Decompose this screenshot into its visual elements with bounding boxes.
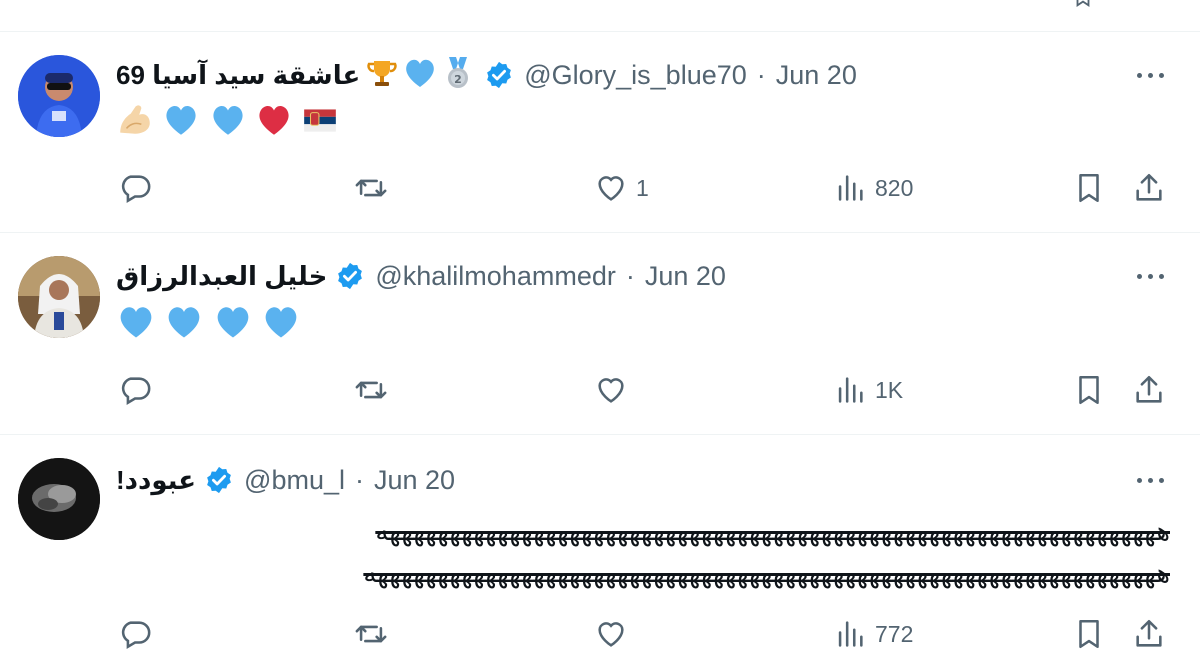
handle[interactable]: @khalilmohammedr xyxy=(375,261,615,292)
retweet-button[interactable] xyxy=(354,614,388,654)
tweet-text-line-1: هههههههههههههههههههههههههههههههههههههههه… xyxy=(375,517,1170,547)
view-count: 772 xyxy=(875,620,914,647)
share-button[interactable] xyxy=(1132,370,1166,410)
tweet-text-line-2: هههههههههههههههههههههههههههههههههههههههه… xyxy=(363,559,1170,589)
verified-badge-icon xyxy=(487,61,512,89)
flexed-biceps-icon xyxy=(116,101,154,150)
like-button[interactable]: 1 xyxy=(594,168,649,208)
views-button[interactable]: 772 xyxy=(833,614,913,654)
blue-heart-icon xyxy=(261,302,301,353)
svg-text:2: 2 xyxy=(454,73,462,86)
tweet-header: خليل العبدالرزاق @khalilmohammedr · Jun … xyxy=(116,258,1120,294)
retweet-icon xyxy=(355,179,387,197)
share-icon xyxy=(1136,375,1162,403)
like-button[interactable] xyxy=(594,614,636,654)
heart-icon xyxy=(598,622,624,647)
views-icon xyxy=(838,377,863,403)
tweet-header: عاشقة سيد آسيا 69 2 @Glory_is_blue70 · J… xyxy=(116,55,1120,96)
blue-heart-icon xyxy=(209,101,247,150)
reply-icon xyxy=(121,175,151,204)
share-icon xyxy=(1136,173,1162,201)
tweet-body xyxy=(116,302,1170,342)
blue-heart-icon xyxy=(162,101,200,150)
tweet-2[interactable]: خليل العبدالرزاق @khalilmohammedr · Jun … xyxy=(0,234,1200,435)
second-place-medal-icon: 2 xyxy=(440,55,476,96)
blue-heart-icon xyxy=(164,302,204,353)
verified-badge-icon xyxy=(207,466,231,494)
verified-badge-icon xyxy=(338,262,363,290)
share-icon xyxy=(1136,619,1162,647)
reply-button[interactable] xyxy=(118,370,152,410)
display-name[interactable]: خليل العبدالرزاق xyxy=(116,261,327,292)
retweet-button[interactable] xyxy=(354,168,388,208)
bookmark-icon[interactable] xyxy=(1072,0,1094,8)
views-button[interactable]: 1K xyxy=(833,370,903,410)
separator: · xyxy=(354,464,364,495)
more-options-icon[interactable] xyxy=(1130,465,1170,495)
views-icon xyxy=(838,621,863,647)
share-button[interactable] xyxy=(1132,614,1166,654)
timestamp[interactable]: Jun 20 xyxy=(776,60,857,91)
bookmark-button[interactable] xyxy=(1072,370,1106,410)
tweet-body: هههههههههههههههههههههههههههههههههههههههه… xyxy=(120,512,1170,596)
tweet-actions: 1K xyxy=(0,370,1200,410)
more-options-icon[interactable] xyxy=(1130,261,1170,291)
reply-button[interactable] xyxy=(118,168,152,208)
like-count: 1 xyxy=(636,174,649,201)
reply-icon xyxy=(121,377,151,406)
share-button[interactable] xyxy=(1132,168,1166,208)
separator: · xyxy=(756,59,766,90)
bookmark-icon xyxy=(1079,619,1099,649)
avatar[interactable] xyxy=(18,55,100,137)
tweet-actions: 1 820 xyxy=(0,168,1200,208)
view-count: 1K xyxy=(875,376,904,403)
views-button[interactable]: 820 xyxy=(833,168,913,208)
handle[interactable]: @Glory_is_blue70 xyxy=(524,60,747,91)
bookmark-button[interactable] xyxy=(1072,614,1106,654)
previous-tweet-remnant xyxy=(0,0,1200,32)
handle[interactable]: @bmu_l xyxy=(244,465,345,496)
tweet-1[interactable]: عاشقة سيد آسيا 69 2 @Glory_is_blue70 · J… xyxy=(0,33,1200,233)
trophy-icon xyxy=(364,55,400,96)
avatar[interactable] xyxy=(18,256,100,338)
tweet-3[interactable]: عبودد! @bmu_l · Jun 20 ههههههههههههههههه… xyxy=(0,436,1200,663)
display-name[interactable]: عاشقة سيد آسيا 69 xyxy=(116,60,360,91)
tweet-actions: 772 xyxy=(0,614,1200,654)
like-button[interactable] xyxy=(594,370,636,410)
avatar[interactable] xyxy=(18,458,100,540)
retweet-icon xyxy=(355,381,387,399)
reply-button[interactable] xyxy=(118,614,152,654)
tweet-header: عبودد! @bmu_l · Jun 20 xyxy=(116,462,1120,498)
retweet-button[interactable] xyxy=(354,370,388,410)
views-icon xyxy=(838,175,863,201)
timestamp[interactable]: Jun 20 xyxy=(374,465,455,496)
tweet-body xyxy=(116,101,1170,141)
red-heart-icon xyxy=(255,101,293,150)
display-name[interactable]: عبودد! xyxy=(116,465,196,496)
retweet-icon xyxy=(355,625,387,643)
more-options-icon[interactable] xyxy=(1130,60,1170,90)
timestamp[interactable]: Jun 20 xyxy=(645,261,726,292)
blue-heart-icon xyxy=(402,55,438,96)
view-count: 820 xyxy=(875,174,914,201)
bookmark-button[interactable] xyxy=(1072,168,1106,208)
heart-icon xyxy=(598,378,624,403)
separator: · xyxy=(625,260,635,291)
bookmark-icon xyxy=(1079,375,1099,405)
bookmark-icon xyxy=(1079,173,1099,203)
blue-heart-icon xyxy=(213,302,253,353)
serbia-flag-icon xyxy=(301,101,339,150)
heart-icon xyxy=(598,176,624,201)
blue-heart-icon xyxy=(116,302,156,353)
reply-icon xyxy=(121,621,151,650)
